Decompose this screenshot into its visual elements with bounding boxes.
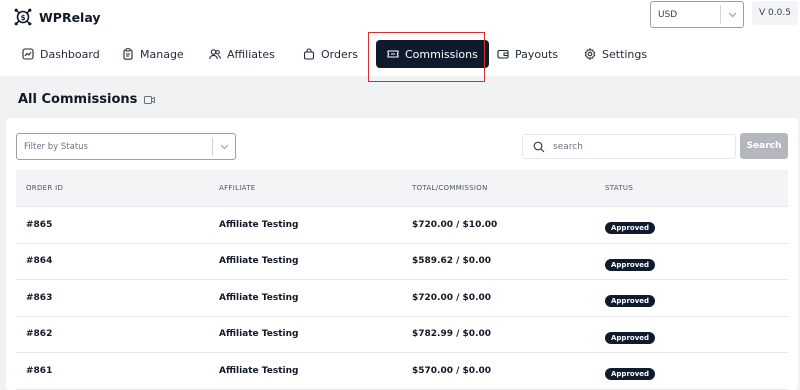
nav-item-dashboard[interactable]: Dashboard <box>22 40 100 68</box>
page-title: All Commissions <box>18 92 156 107</box>
order-id[interactable]: #863 <box>16 293 209 303</box>
status-cell: Approved <box>595 288 788 308</box>
nav-label: Dashboard <box>40 47 100 61</box>
total-commission: $589.62 / $0.00 <box>412 256 492 267</box>
total-commission: $720.00 / $10.00 <box>412 219 498 230</box>
status-filter-select[interactable]: Filter by Status <box>16 133 236 160</box>
search-input[interactable] <box>553 141 723 152</box>
affiliate-name: Affiliate Testing <box>219 219 299 230</box>
affiliate-name: Affiliate Testing <box>219 292 299 303</box>
users-icon <box>209 49 221 60</box>
table-row[interactable]: #861 Affiliate Testing $570.00 / $0.00 A… <box>16 353 788 390</box>
search-field[interactable] <box>522 134 736 159</box>
logo-icon: $ <box>14 8 32 26</box>
total-commission: $570.00 / $0.00 <box>412 365 492 376</box>
status-badge: Approved <box>605 368 656 381</box>
svg-text:$: $ <box>21 14 26 22</box>
chevron-down-icon <box>213 144 235 150</box>
chevron-down-icon <box>721 12 743 18</box>
currency-value: USD <box>658 9 678 20</box>
affiliate-name: Affiliate Testing <box>219 365 299 376</box>
page-title-text: All Commissions <box>18 92 138 107</box>
video-icon[interactable] <box>144 95 156 105</box>
affiliate-name: Affiliate Testing <box>219 329 299 340</box>
nav-label: Settings <box>602 47 648 61</box>
highlight-box <box>368 32 485 82</box>
status-badge: Approved <box>605 295 656 308</box>
order-id[interactable]: #861 <box>16 366 209 376</box>
status-badge: Approved <box>605 258 656 271</box>
table-row[interactable]: #863 Affiliate Testing $720.00 / $0.00 A… <box>16 280 788 317</box>
column-header-affiliate: AFFILIATE <box>219 184 256 192</box>
bag-icon <box>303 48 315 60</box>
table-header: ORDER ID AFFILIATE TOTAL/COMMISSION STAT… <box>16 170 788 207</box>
nav-item-orders[interactable]: Orders <box>303 40 358 68</box>
status-cell: Approved <box>595 361 788 381</box>
affiliate-name: Affiliate Testing <box>219 256 299 267</box>
status-cell: Approved <box>595 252 788 271</box>
table-row[interactable]: #864 Affiliate Testing $589.62 / $0.00 A… <box>16 243 788 280</box>
total-commission: $782.99 / $0.00 <box>412 329 492 340</box>
status-cell: Approved <box>595 215 788 235</box>
search-button[interactable]: Search <box>740 133 788 159</box>
version-badge: V 0.0.5 <box>752 1 798 25</box>
order-id[interactable]: #865 <box>16 220 209 230</box>
commissions-table: ORDER ID AFFILIATE TOTAL/COMMISSION STAT… <box>16 170 788 390</box>
currency-select[interactable]: USD <box>650 1 744 28</box>
app-name: WPRelay <box>39 9 101 25</box>
order-id[interactable]: #862 <box>16 329 209 339</box>
wallet-icon <box>497 49 509 59</box>
nav-label: Payouts <box>515 47 559 61</box>
order-id[interactable]: #864 <box>16 256 209 266</box>
table-row[interactable]: #865 Affiliate Testing $720.00 / $10.00 … <box>16 207 788 244</box>
brand[interactable]: $ WPRelay <box>13 7 101 27</box>
column-header-status: STATUS <box>605 184 634 192</box>
status-badge: Approved <box>605 331 656 344</box>
nav-label: Manage <box>140 47 184 61</box>
search-icon <box>533 141 545 152</box>
table-row[interactable]: #862 Affiliate Testing $782.99 / $0.00 A… <box>16 316 788 353</box>
column-header-order-id: ORDER ID <box>26 184 64 192</box>
nav-item-payouts[interactable]: Payouts <box>497 40 558 68</box>
status-cell: Approved <box>595 325 788 344</box>
filter-placeholder: Filter by Status <box>24 141 88 152</box>
nav-item-manage[interactable]: Manage <box>122 40 184 68</box>
nav-label: Orders <box>321 47 358 61</box>
total-commission: $720.00 / $0.00 <box>412 292 492 303</box>
status-badge: Approved <box>605 222 656 235</box>
nav-item-settings[interactable]: Settings <box>584 40 647 68</box>
nav-label: Affiliates <box>227 47 275 61</box>
clipboard-icon <box>123 48 133 60</box>
column-header-total-commission: TOTAL/COMMISSION <box>412 184 488 192</box>
gear-icon <box>584 48 596 60</box>
chart-icon <box>22 48 34 60</box>
nav-item-affiliates[interactable]: Affiliates <box>209 40 275 68</box>
